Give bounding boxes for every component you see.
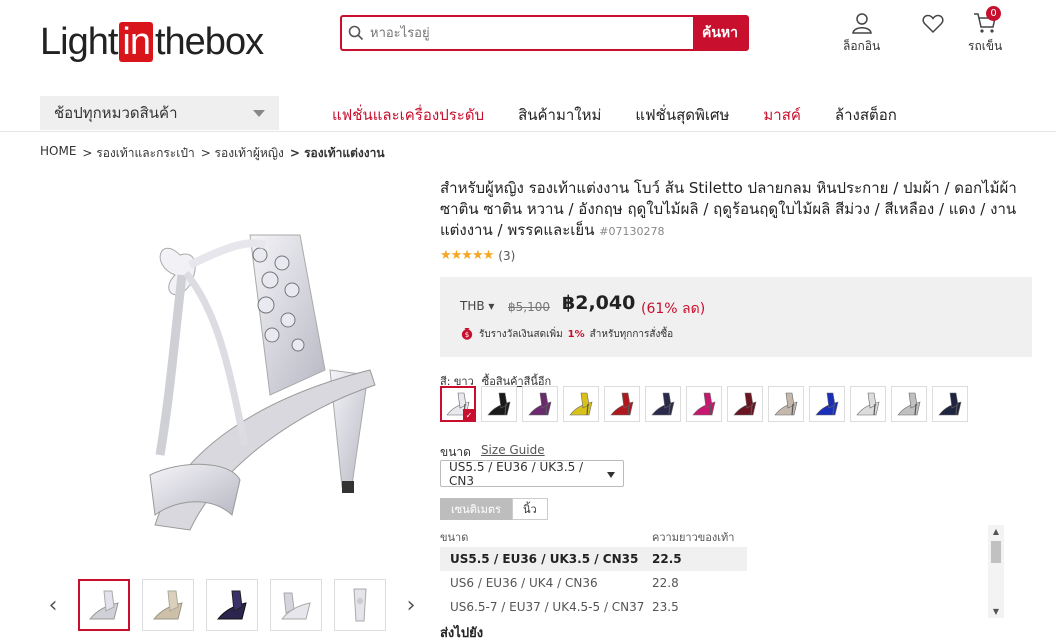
product-code: #07130278 (599, 225, 665, 238)
foot-length-cell: 22.8 (652, 576, 679, 590)
table-row[interactable]: US6.5-7 / EU37 / UK4.5-5 / CN37 23.5 (440, 595, 747, 619)
size-table-header: ขนาด ความยาวของเท้า (440, 527, 747, 547)
nav-item-new-arrivals[interactable]: สินค้ามาใหม่ (518, 103, 601, 127)
product-title-text: สำหรับผู้หญิง รองเท้าแต่งงาน โบว์ ส้น St… (440, 179, 1017, 239)
search-button[interactable]: ค้นหา (693, 17, 747, 49)
star-rating-icon: ★★★★★ (440, 248, 494, 263)
nav-item-masks[interactable]: มาสค์ (763, 103, 801, 127)
scrollbar-thumb[interactable] (991, 541, 1001, 563)
size-cell: US5.5 / EU36 / UK3.5 / CN35 (450, 552, 639, 566)
nav-item-fashion[interactable]: แฟชั่นและเครื่องประดับ (332, 103, 484, 127)
size-cell: US6 / EU36 / UK4 / CN36 (450, 576, 598, 590)
breadcrumb-womens-shoes[interactable]: > รองเท้าผู้หญิง (201, 144, 284, 163)
chevron-down-icon (607, 467, 615, 481)
foot-length-cell: 23.5 (652, 600, 679, 614)
search-input[interactable] (370, 17, 693, 49)
color-swatch[interactable] (809, 386, 845, 422)
money-bag-icon: $ (460, 326, 474, 343)
color-swatch[interactable] (727, 386, 763, 422)
search-icon (342, 17, 370, 49)
svg-text:$: $ (465, 331, 469, 339)
size-select-value: US5.5 / EU36 / UK3.5 / CN3 (449, 459, 584, 488)
thumbnail-5[interactable] (334, 579, 386, 631)
color-swatch[interactable] (850, 386, 886, 422)
breadcrumb-home[interactable]: HOME (40, 144, 76, 163)
color-swatch[interactable] (481, 386, 517, 422)
reward-text-post: สำหรับทุกการสั่งซื้อ (589, 329, 674, 340)
product-main-image[interactable] (120, 195, 420, 555)
login-button[interactable]: ล็อกอิน (843, 12, 880, 56)
review-count: (3) (498, 248, 516, 263)
scroll-up-arrow-icon[interactable]: ▲ (988, 527, 1004, 536)
cash-reward-note: $ รับรางวัลเงินสดเพิ่ม 1% สำหรับทุกการสั… (460, 326, 673, 343)
user-icon (851, 12, 873, 37)
site-logo[interactable]: Light in thebox (40, 20, 264, 64)
foot-length-cell: 22.5 (652, 552, 682, 566)
cart-button[interactable]: 0 รถเข็น (968, 6, 1003, 56)
thumbnail-prev-arrow[interactable]: ‹ (40, 593, 66, 618)
color-swatch[interactable] (768, 386, 804, 422)
shipping-label: ส่งไปยัง (440, 626, 484, 641)
color-swatch[interactable] (932, 386, 968, 422)
tab-inch[interactable]: นิ้ว (511, 498, 548, 520)
heart-icon (922, 14, 944, 37)
thumbnail-2[interactable] (142, 579, 194, 631)
nav-item-special-fashion[interactable]: แฟชั่นสุดพิเศษ (635, 103, 729, 127)
size-table: ขนาด ความยาวของเท้า US5.5 / EU36 / UK3.5… (440, 527, 747, 619)
original-price: ฿5,100 (508, 300, 550, 314)
breadcrumb-shoes-bags[interactable]: > รองเท้าและกระเป๋า (82, 144, 194, 163)
price-box (440, 277, 1032, 357)
chevron-down-icon (253, 104, 265, 122)
logo-text-in: in (119, 22, 153, 62)
reward-text-pre: รับรางวัลเงินสดเพิ่ม (479, 329, 563, 340)
color-swatch[interactable] (604, 386, 640, 422)
size-select[interactable]: US5.5 / EU36 / UK3.5 / CN3 (440, 459, 624, 488)
reward-percent: 1% (567, 329, 585, 340)
table-row[interactable]: US5.5 / EU36 / UK3.5 / CN35 22.5 (440, 547, 747, 571)
product-rating[interactable]: ★★★★★ (3) (440, 248, 515, 263)
breadcrumb: HOME > รองเท้าและกระเป๋า > รองเท้าผู้หญิ… (40, 144, 385, 163)
wishlist-button[interactable] (922, 14, 944, 37)
logo-text-thebox: thebox (154, 20, 264, 63)
logo-text-light: Light (40, 20, 118, 63)
thumbnail-strip: ‹ › (40, 579, 424, 631)
tab-centimeter[interactable]: เซนติเมตร (440, 498, 512, 520)
size-col-header: ขนาด (440, 531, 469, 544)
cart-label: รถเข็น (968, 39, 1003, 53)
color-swatches: ✓ (440, 386, 968, 422)
thumbnail-3[interactable] (206, 579, 258, 631)
product-title: สำหรับผู้หญิง รองเท้าแต่งงาน โบว์ ส้น St… (440, 178, 1030, 242)
table-row[interactable]: US6 / EU36 / UK4 / CN36 22.8 (440, 571, 747, 595)
currency-selector[interactable]: THB ▾ (460, 299, 494, 313)
color-swatch[interactable] (686, 386, 722, 422)
scroll-down-arrow-icon[interactable]: ▼ (988, 607, 1004, 616)
thumbnail-1[interactable] (78, 579, 130, 631)
discount-label: (61% ลด) (641, 301, 706, 317)
search-bar: ค้นหา (340, 15, 749, 51)
color-swatch[interactable] (563, 386, 599, 422)
cart-icon: 0 (973, 6, 1002, 37)
unit-tabs: เซนติเมตร นิ้ว (440, 498, 548, 520)
color-swatch[interactable]: ✓ (440, 386, 476, 422)
check-icon: ✓ (463, 409, 475, 421)
foot-length-col-header: ความยาวของเท้า (652, 531, 735, 544)
size-table-scrollbar[interactable]: ▲ ▼ (988, 525, 1004, 618)
category-menu-label: ช้อปทุกหมวดสินค้า (54, 104, 178, 122)
size-cell: US6.5-7 / EU37 / UK4.5-5 / CN37 (450, 600, 645, 614)
color-swatch[interactable] (891, 386, 927, 422)
header-divider (0, 131, 1056, 132)
main-nav: แฟชั่นและเครื่องประดับ สินค้ามาใหม่ แฟชั… (332, 103, 931, 127)
sale-price: ฿2,040 (562, 292, 636, 314)
category-menu-button[interactable]: ช้อปทุกหมวดสินค้า (40, 96, 279, 130)
thumbnail-4[interactable] (270, 579, 322, 631)
breadcrumb-wedding-shoes[interactable]: > รองเท้าแต่งงาน (290, 144, 385, 163)
color-swatch[interactable] (645, 386, 681, 422)
nav-item-clearance[interactable]: ล้างสต็อก (835, 103, 897, 127)
thumbnail-next-arrow[interactable]: › (398, 593, 424, 618)
cart-count-badge: 0 (986, 6, 1002, 21)
login-label: ล็อกอิน (843, 39, 881, 53)
color-swatch[interactable] (522, 386, 558, 422)
